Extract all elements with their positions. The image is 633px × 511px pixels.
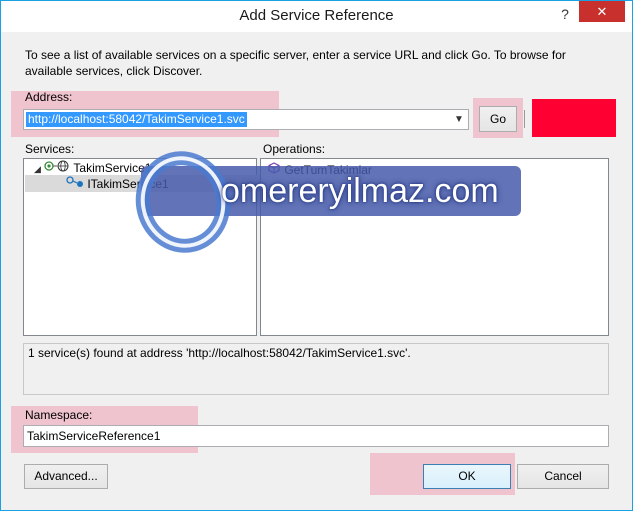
tree-label: ITakimService1: [87, 177, 169, 191]
tree-item-itakimservice1[interactable]: ITakimService1: [66, 176, 169, 193]
status-area: 1 service(s) found at address 'http://lo…: [23, 343, 609, 395]
status-text: 1 service(s) found at address 'http://lo…: [28, 346, 411, 360]
ok-button[interactable]: OK: [423, 464, 511, 489]
operation-label: GetTumTakimlar: [284, 163, 372, 177]
divider: [524, 110, 525, 128]
services-tree[interactable]: ◢ TakimService1 ITakimService1: [23, 158, 260, 336]
tree-item-takimservice1[interactable]: ◢ TakimService1: [34, 160, 151, 177]
operation-item[interactable]: GetTumTakimlar: [267, 162, 372, 179]
namespace-label: Namespace:: [25, 408, 93, 422]
chevron-down-icon[interactable]: ▼: [452, 111, 466, 128]
tree-label: TakimService1: [73, 161, 152, 175]
service-icon: [44, 160, 70, 177]
address-combobox[interactable]: http://localhost:58042/TakimService1.svc…: [23, 109, 469, 130]
address-label: Address:: [25, 90, 73, 104]
help-button[interactable]: ?: [557, 5, 573, 23]
cancel-button[interactable]: Cancel: [517, 464, 609, 489]
address-value: http://localhost:58042/TakimService1.svc: [26, 112, 247, 127]
services-label: Services:: [25, 142, 75, 156]
instructions-text: To see a list of available services on a…: [25, 48, 566, 78]
redacted-block: [532, 99, 616, 137]
operations-list[interactable]: GetTumTakimlar: [260, 158, 609, 336]
close-button[interactable]: ✕: [579, 1, 625, 22]
expand-triangle-icon[interactable]: ◢: [34, 164, 41, 174]
add-service-reference-dialog: Add Service Reference ? ✕ To see a list …: [0, 0, 633, 511]
interface-icon: [66, 176, 84, 193]
dialog-content: To see a list of available services on a…: [1, 32, 632, 510]
window-title: Add Service Reference: [239, 7, 394, 24]
title-bar: Add Service Reference ? ✕: [1, 1, 632, 32]
method-cube-icon: [267, 162, 281, 179]
namespace-input[interactable]: TakimServiceReference1: [23, 425, 609, 447]
go-button[interactable]: Go: [479, 106, 517, 132]
operations-label: Operations:: [263, 142, 326, 156]
advanced-button[interactable]: Advanced...: [24, 464, 108, 489]
